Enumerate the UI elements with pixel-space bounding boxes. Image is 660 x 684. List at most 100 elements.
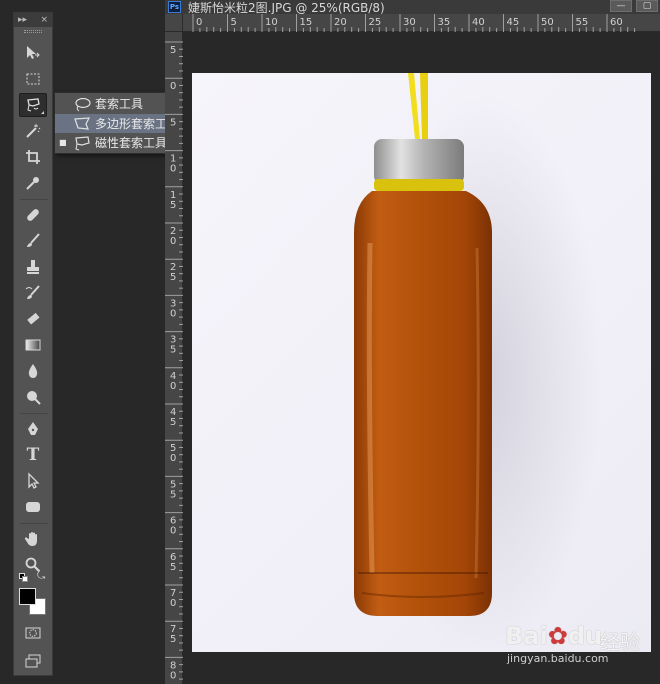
horizontal-ruler[interactable]: 0 5 10 15 20 25 30 35 40 45 50 55 60 [183, 14, 660, 32]
tools-panel-header: ▸▸ × [14, 13, 52, 27]
ruler-v-label: 5 [170, 489, 176, 500]
ruler-v-label: 0 [170, 308, 176, 319]
gradient-icon [25, 339, 41, 351]
selected-bullet-icon: ■ [59, 138, 67, 147]
marquee-tool[interactable] [19, 67, 47, 91]
dodge-tool[interactable] [19, 385, 47, 409]
crop-icon [26, 150, 40, 164]
lasso-tool[interactable] [19, 93, 47, 117]
quick-select-tool[interactable] [19, 119, 47, 143]
arrow-icon [28, 472, 40, 489]
ruler-v-label: 5 [170, 45, 176, 56]
healing-tool[interactable] [19, 203, 47, 227]
ruler-v-label: 5 [170, 562, 176, 573]
crop-tool[interactable] [19, 145, 47, 169]
horizontal-ruler-ticks: 0 5 10 15 20 25 30 35 40 45 50 55 60 [192, 14, 636, 32]
magnetic-lasso-icon [27, 98, 40, 112]
ruler-h-label: 45 [507, 17, 520, 28]
ruler-v-label: 0 [170, 81, 176, 92]
ruler-v-label: 0 [170, 236, 176, 247]
stamp-tool[interactable] [19, 255, 47, 279]
default-colors-icon[interactable] [19, 573, 28, 582]
lasso-icon [75, 97, 91, 111]
bottle-photo [354, 73, 602, 652]
pen-icon [28, 422, 38, 435]
shape-tool[interactable] [19, 495, 47, 519]
ruler-v-label: 5 [170, 345, 176, 356]
history-brush-icon [25, 285, 40, 299]
drop-icon [28, 364, 38, 378]
ruler-h-label: 40 [472, 17, 485, 28]
quick-mask-button[interactable] [19, 621, 47, 645]
hand-icon [24, 532, 37, 546]
ruler-h-label: 20 [334, 17, 347, 28]
hand-tool[interactable] [19, 527, 47, 551]
watermark-url: jingyan.baidu.com [507, 652, 609, 665]
ruler-v-label: 5 [170, 272, 176, 283]
brush-tool[interactable] [19, 229, 47, 253]
magic-wand-icon [26, 124, 41, 138]
magnetic-lasso-menu-label: 磁性套索工具 [95, 136, 168, 150]
baidu-logo-left: Bai [505, 622, 548, 650]
vertical-ruler[interactable]: 505101520253035404550556065707580 [165, 32, 183, 684]
quick-mask-icon [25, 627, 41, 639]
ruler-h-label: 25 [369, 17, 382, 28]
ruler-h-label: 30 [403, 17, 416, 28]
close-panel-button[interactable]: × [40, 15, 48, 25]
bandage-icon [27, 209, 39, 221]
path-select-tool[interactable] [19, 469, 47, 493]
document-tab[interactable]: Ps 婕斯怡米粒2图.JPG @ 25%(RGB/8) — ▢ [165, 0, 660, 15]
rect-marquee-icon [26, 73, 40, 85]
swap-colors-icon[interactable]: ⤿ [37, 571, 45, 582]
ruler-v-label: 0 [170, 164, 176, 175]
screen-mode-button[interactable] [19, 649, 47, 673]
ruler-h-label: 50 [541, 17, 554, 28]
window-controls: — ▢ [610, 0, 658, 12]
baidu-logo-right: du [567, 622, 603, 650]
ruler-v-label: 0 [170, 526, 176, 537]
vertical-ruler-ticks: 505101520253035404550556065707580 [165, 41, 183, 681]
tools-panel: ▸▸ × T ⤿ [13, 12, 53, 676]
foreground-color-swatch[interactable] [19, 588, 36, 605]
history-brush-tool[interactable] [19, 281, 47, 305]
ruler-h-label: 35 [438, 17, 451, 28]
minimize-button[interactable]: — [610, 0, 632, 12]
ruler-h-label: 15 [300, 17, 313, 28]
ruler-v-label: 0 [170, 670, 176, 681]
screen-mode-icon [25, 654, 41, 668]
type-icon: T [26, 445, 40, 465]
jingyan-text: 经验 [600, 630, 640, 654]
eyedropper-icon [26, 177, 39, 190]
pen-tool[interactable] [19, 417, 47, 441]
polygonal-lasso-icon [74, 116, 91, 130]
ruler-v-label: 5 [170, 634, 176, 645]
ruler-v-label: 0 [170, 381, 176, 392]
ruler-origin[interactable] [165, 14, 183, 32]
ruler-h-label: 5 [231, 17, 237, 28]
panel-grip[interactable] [24, 30, 42, 33]
eraser-tool[interactable] [19, 307, 47, 331]
maximize-button[interactable]: ▢ [636, 0, 658, 12]
blur-tool[interactable] [19, 359, 47, 383]
ruler-v-label: 5 [170, 117, 176, 128]
canvas-image[interactable] [192, 73, 651, 652]
ruler-v-label: 5 [170, 417, 176, 428]
type-tool[interactable]: T [19, 443, 47, 467]
lasso-menu-label: 套索工具 [95, 97, 144, 111]
eyedropper-tool[interactable] [19, 171, 47, 195]
baidu-paw-icon: ✿ [547, 622, 568, 650]
photoshop-workspace: ▸▸ × T ⤿ 套索工具 多边形套索工具 ■ 磁性套索工具 Ps 婕斯怡米粒2… [0, 0, 660, 684]
move-tool[interactable] [19, 41, 47, 65]
ruler-v-label: 0 [170, 453, 176, 464]
magnetic-lasso-icon [75, 135, 90, 150]
rounded-rect-icon [26, 502, 40, 512]
ruler-h-label: 60 [610, 17, 623, 28]
ruler-v-label: 5 [170, 200, 176, 211]
eraser-icon [27, 312, 40, 325]
collapse-panel-button[interactable]: ▸▸ [18, 15, 27, 25]
gradient-tool[interactable] [19, 333, 47, 357]
brush-icon [27, 233, 40, 247]
dodge-icon [27, 391, 41, 405]
baidu-logo: Bai✿du [505, 622, 602, 650]
ruler-h-label: 0 [196, 17, 202, 28]
